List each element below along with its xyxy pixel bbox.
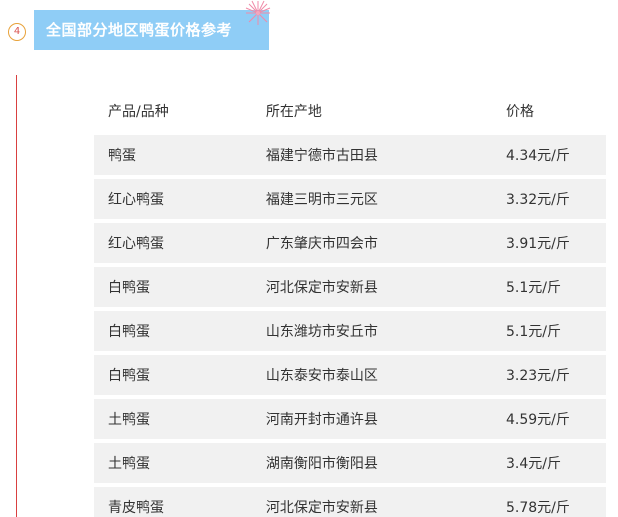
- sparkle-icon: [245, 0, 271, 25]
- cell-price: 3.91元/斤: [506, 236, 570, 252]
- cell-origin: 广东肇庆市四会市: [265, 236, 378, 252]
- cell-price: 3.32元/斤: [506, 192, 570, 208]
- section-left-rule: [16, 75, 17, 517]
- cell-price: 3.23元/斤: [506, 368, 570, 384]
- cell-origin: 山东泰安市泰山区: [265, 368, 378, 384]
- cell-price: 4.59元/斤: [506, 412, 570, 428]
- cell-variety: 青皮鸭蛋: [108, 500, 164, 516]
- cell-price: 5.1元/斤: [506, 280, 561, 296]
- cell-variety: 土鸭蛋: [108, 412, 150, 428]
- section-title: 全国部分地区鸭蛋价格参考: [34, 10, 269, 50]
- table-row: 土鸭蛋 湖南衡阳市衡阳县 3.4元/斤: [94, 443, 606, 483]
- cell-variety: 白鸭蛋: [108, 324, 150, 340]
- cell-price: 3.4元/斤: [506, 456, 561, 472]
- table-row: 红心鸭蛋 福建三明市三元区 3.32元/斤: [94, 179, 606, 219]
- header-price: 价格: [506, 104, 534, 120]
- header-origin: 所在产地: [265, 104, 322, 120]
- cell-variety: 红心鸭蛋: [108, 236, 164, 252]
- cell-variety: 鸭蛋: [108, 148, 136, 164]
- cell-variety: 红心鸭蛋: [108, 192, 164, 208]
- cell-price: 5.1元/斤: [506, 324, 561, 340]
- duck-egg-price-table: 产品/品种 所在产地 价格 鸭蛋 福建宁德市古田县 4.34元/斤 红心鸭蛋 福…: [94, 87, 606, 517]
- table-row: 土鸭蛋 河南开封市通许县 4.59元/斤: [94, 399, 606, 439]
- cell-origin: 福建宁德市古田县: [265, 148, 378, 164]
- cell-variety: 白鸭蛋: [108, 280, 150, 296]
- cell-variety: 白鸭蛋: [108, 368, 150, 384]
- header-variety: 产品/品种: [108, 104, 169, 120]
- table-row: 红心鸭蛋 广东肇庆市四会市 3.91元/斤: [94, 223, 606, 263]
- cell-origin: 河北保定市安新县: [265, 500, 378, 516]
- step-number-badge: 4: [8, 23, 26, 41]
- table-row: 白鸭蛋 山东泰安市泰山区 3.23元/斤: [94, 355, 606, 395]
- cell-origin: 福建三明市三元区: [265, 192, 378, 208]
- page: 4 全国部分地区鸭蛋价格参考 产品/品种 所在产地 价格 鸭蛋 福建宁德市古田县…: [0, 0, 618, 517]
- cell-origin: 山东潍坊市安丘市: [265, 324, 378, 340]
- cell-price: 4.34元/斤: [506, 148, 570, 164]
- table-row: 白鸭蛋 河北保定市安新县 5.1元/斤: [94, 267, 606, 307]
- cell-price: 5.78元/斤: [506, 500, 570, 516]
- table-row: 白鸭蛋 山东潍坊市安丘市 5.1元/斤: [94, 311, 606, 351]
- table-row: 鸭蛋 福建宁德市古田县 4.34元/斤: [94, 135, 606, 175]
- cell-origin: 河北保定市安新县: [265, 280, 378, 296]
- table-header-row: 产品/品种 所在产地 价格: [94, 91, 606, 131]
- cell-variety: 土鸭蛋: [108, 456, 150, 472]
- cell-origin: 湖南衡阳市衡阳县: [265, 456, 378, 472]
- table-row: 青皮鸭蛋 河北保定市安新县 5.78元/斤: [94, 487, 606, 517]
- cell-origin: 河南开封市通许县: [265, 412, 378, 428]
